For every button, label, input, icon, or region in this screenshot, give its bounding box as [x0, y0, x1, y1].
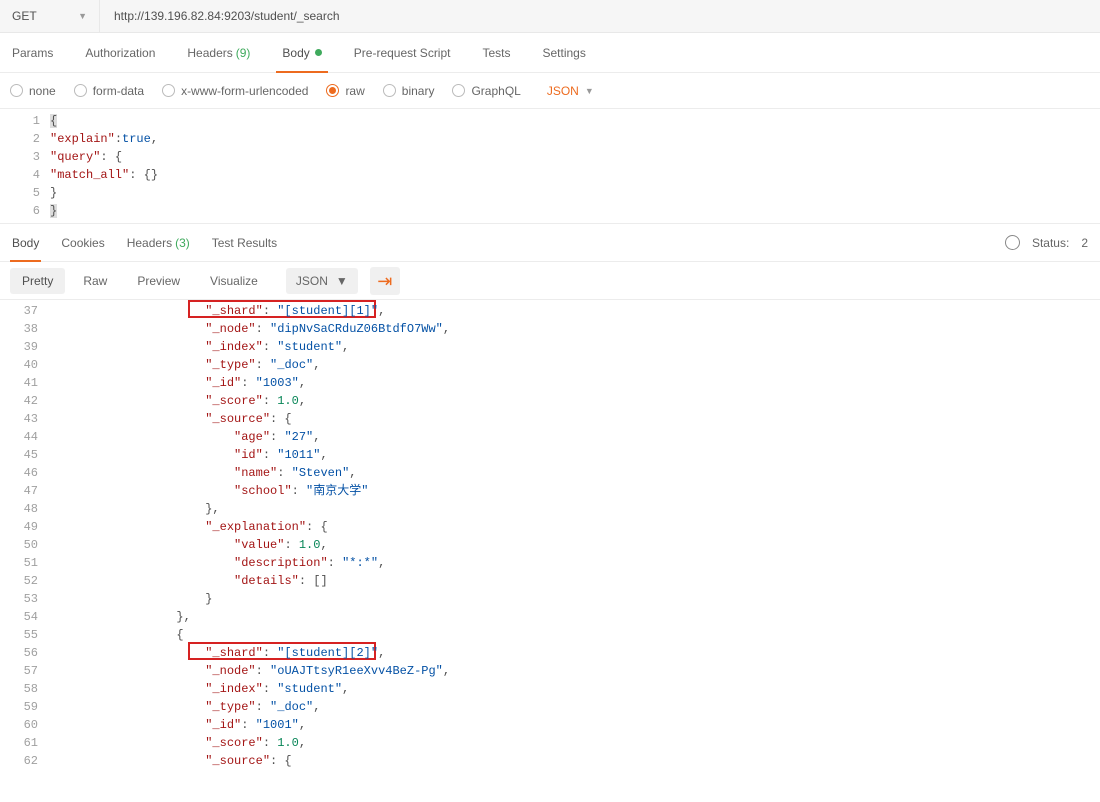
response-format-select[interactable]: JSON ▼: [286, 268, 358, 294]
response-tabs: Body Cookies Headers (3) Test Results: [12, 224, 277, 262]
status-label: Status:: [1032, 236, 1069, 250]
radio-icon: [74, 84, 87, 97]
url-input[interactable]: [100, 0, 1100, 33]
response-body[interactable]: 3738394041424344454647484950515253545556…: [0, 300, 1100, 776]
http-method-value: GET: [12, 9, 37, 23]
wrap-lines-button[interactable]: ⇥: [370, 267, 400, 295]
raw-type-select[interactable]: JSON ▼: [547, 84, 594, 98]
tab-tests[interactable]: Tests: [480, 33, 512, 73]
tab-settings[interactable]: Settings: [541, 33, 588, 73]
body-type-row: none form-data x-www-form-urlencoded raw…: [0, 73, 1100, 109]
view-visualize[interactable]: Visualize: [198, 268, 270, 294]
radio-icon: [383, 84, 396, 97]
response-header: Body Cookies Headers (3) Test Results St…: [0, 224, 1100, 262]
radio-icon: [162, 84, 175, 97]
body-type-xwww[interactable]: x-www-form-urlencoded: [162, 84, 308, 98]
globe-icon[interactable]: [1005, 235, 1020, 250]
tab-prerequest[interactable]: Pre-request Script: [352, 33, 453, 73]
tab-params[interactable]: Params: [10, 33, 55, 73]
response-view-row: Pretty Raw Preview Visualize JSON ▼ ⇥: [0, 262, 1100, 300]
radio-icon: [326, 84, 339, 97]
tab-body[interactable]: Body: [280, 33, 323, 73]
body-type-binary[interactable]: binary: [383, 84, 435, 98]
response-gutter: 3738394041424344454647484950515253545556…: [0, 300, 50, 776]
view-pretty[interactable]: Pretty: [10, 268, 65, 294]
fold-column: [50, 300, 90, 776]
view-raw[interactable]: Raw: [71, 268, 119, 294]
response-status-area: Status: 2: [1005, 235, 1088, 250]
resp-tab-headers[interactable]: Headers (3): [127, 224, 190, 262]
chevron-down-icon: ▼: [78, 11, 87, 21]
view-preview[interactable]: Preview: [125, 268, 192, 294]
request-body-editor[interactable]: 123456 { "explain":true, "query": { "mat…: [0, 109, 1100, 224]
chevron-down-icon: ▼: [336, 274, 348, 288]
body-type-none[interactable]: none: [10, 84, 56, 98]
status-code: 2: [1081, 236, 1088, 250]
request-gutter: 123456: [0, 109, 50, 223]
wrap-icon: ⇥: [377, 272, 392, 290]
resp-tab-test-results[interactable]: Test Results: [212, 224, 277, 262]
response-code: "_shard": "[student][1]", "_node": "dipN…: [90, 300, 1100, 776]
body-modified-dot-icon: [315, 49, 322, 56]
tab-headers-label: Headers: [187, 46, 232, 60]
chevron-down-icon: ▼: [585, 86, 594, 96]
tab-body-label: Body: [282, 46, 309, 60]
tab-authorization[interactable]: Authorization: [83, 33, 157, 73]
radio-icon: [452, 84, 465, 97]
body-type-formdata[interactable]: form-data: [74, 84, 144, 98]
tab-headers[interactable]: Headers (9): [185, 33, 252, 73]
resp-tab-cookies[interactable]: Cookies: [61, 224, 104, 262]
http-method-select[interactable]: GET ▼: [0, 0, 100, 33]
request-code: { "explain":true, "query": { "match_all"…: [50, 109, 1100, 223]
raw-type-value: JSON: [547, 84, 579, 98]
headers-count: (9): [236, 46, 251, 60]
resp-tab-body[interactable]: Body: [12, 224, 39, 262]
url-bar: GET ▼: [0, 0, 1100, 33]
body-type-graphql[interactable]: GraphQL: [452, 84, 520, 98]
request-tabs: Params Authorization Headers (9) Body Pr…: [0, 33, 1100, 73]
body-type-raw[interactable]: raw: [326, 84, 364, 98]
radio-icon: [10, 84, 23, 97]
